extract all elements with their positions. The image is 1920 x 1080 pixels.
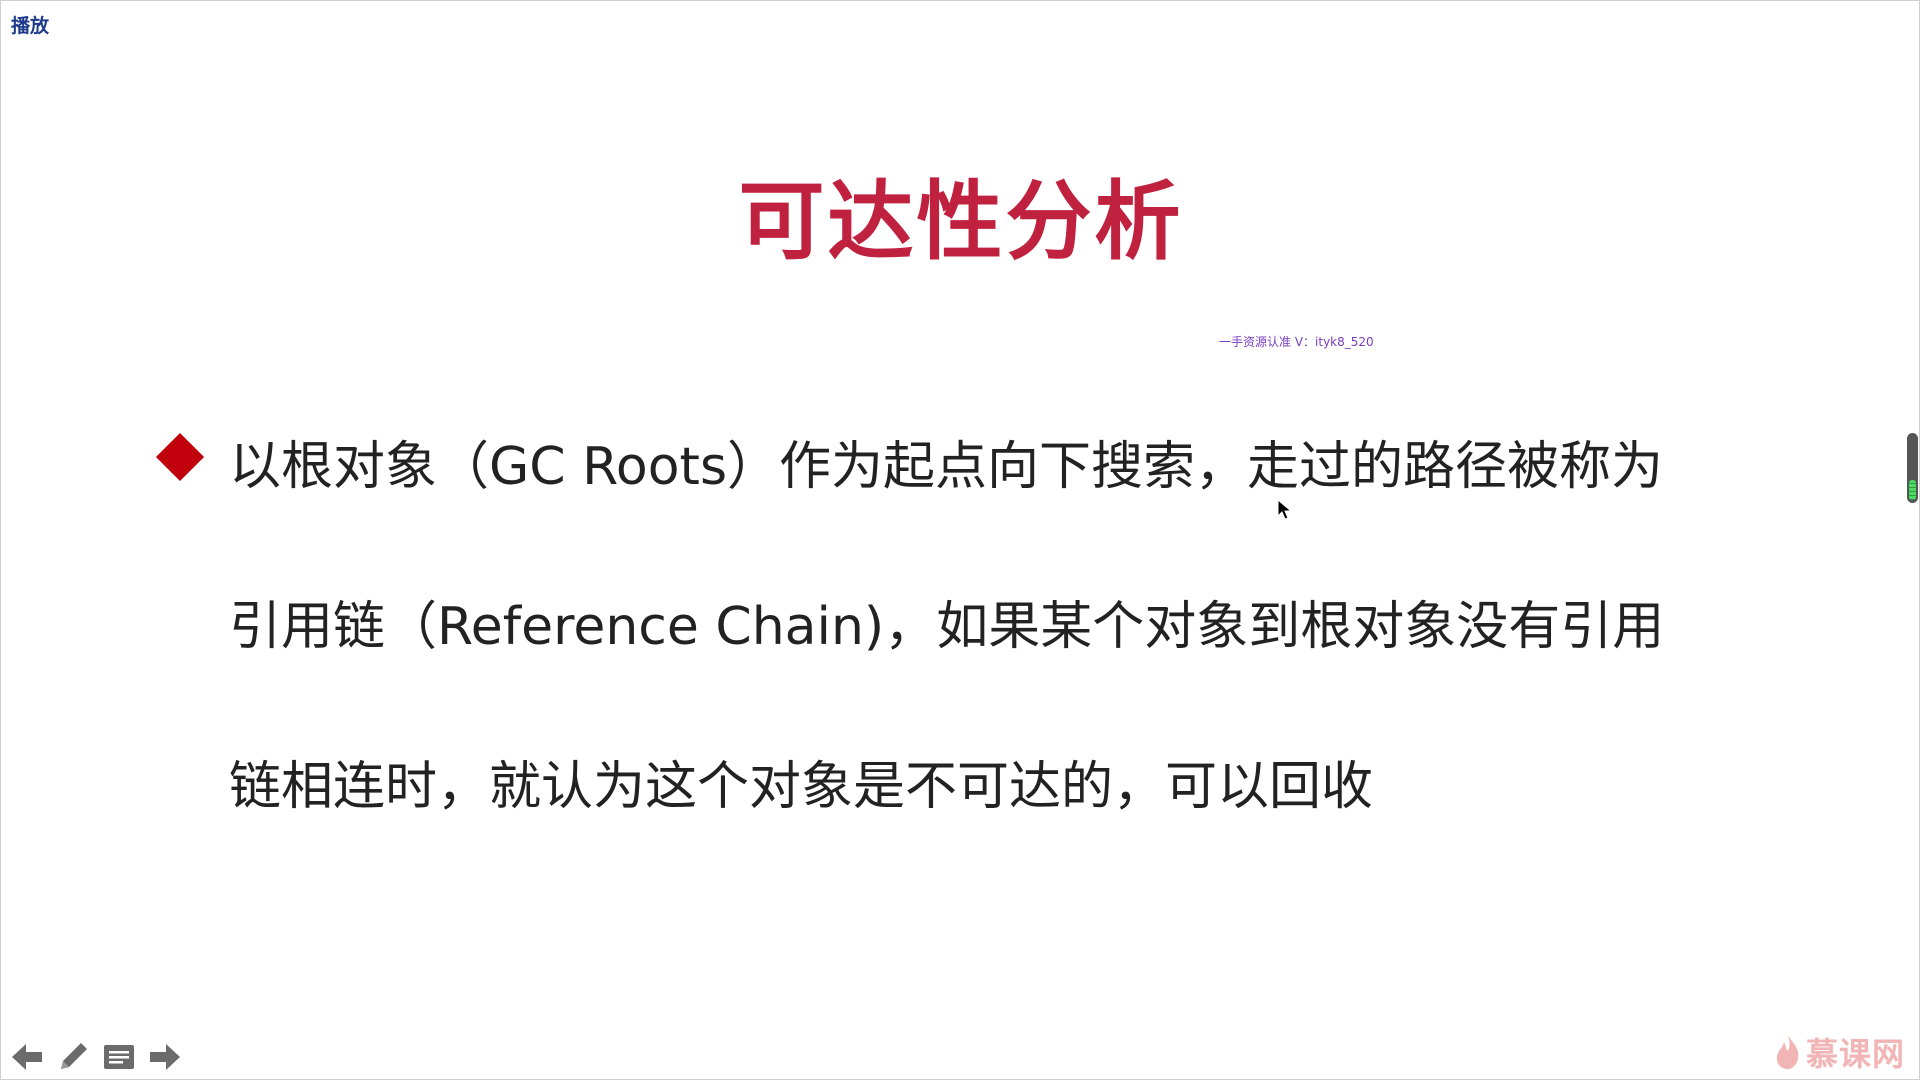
- watermark-text: 一手资源认准 V：ityk8_520: [1219, 335, 1374, 349]
- mouse-cursor-icon: [1277, 499, 1293, 520]
- brand-logo: 慕课网: [1774, 1029, 1905, 1075]
- slide-menu-button[interactable]: [99, 1037, 139, 1077]
- pen-tool-button[interactable]: [53, 1037, 93, 1077]
- next-slide-button[interactable]: [145, 1037, 185, 1077]
- flame-icon: [1776, 1035, 1799, 1070]
- scroll-indicator-fill: [1909, 480, 1916, 500]
- bullet-line-2: 引用链（Reference Chain)，如果某个对象到根对象没有引用: [229, 597, 1665, 657]
- bullet-line-3: 链相连时，就认为这个对象是不可达的，可以回收: [229, 757, 1374, 817]
- previous-slide-button[interactable]: [7, 1037, 47, 1077]
- bullet-line-1: 以根对象（GC Roots）作为起点向下搜索，走过的路径被称为: [229, 437, 1664, 497]
- pen-icon: [61, 1043, 87, 1069]
- slide-title: 可达性分析: [738, 172, 1184, 272]
- slideshow-toolbar: [7, 1037, 185, 1077]
- scroll-indicator[interactable]: [1907, 433, 1918, 503]
- slide-canvas: 播放 可达性分析 一手资源认准 V：ityk8_520 以根对象（GC Root…: [0, 0, 1920, 1080]
- arrow-right-icon: [150, 1044, 180, 1070]
- play-button[interactable]: 播放: [11, 11, 49, 38]
- brand-name: 慕课网: [1806, 1035, 1906, 1073]
- arrow-left-icon: [12, 1044, 42, 1070]
- diamond-bullet-icon: [155, 432, 205, 482]
- menu-icon: [104, 1045, 134, 1069]
